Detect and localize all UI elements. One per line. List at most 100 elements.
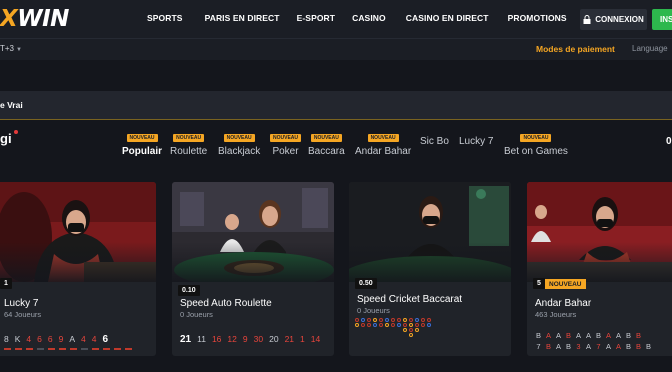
main-nav: SPORTS PARIS EN DIRECT E-SPORT CASINO CA…	[147, 13, 567, 23]
login-label: CONNEXION	[595, 15, 644, 24]
tab-andar-bahar[interactable]: NOUVEAU Andar Bahar	[355, 126, 411, 157]
nav-item-sports[interactable]: SPORTS	[147, 13, 183, 23]
game-title: Speed Cricket Baccarat	[357, 294, 463, 305]
player-count: 0 Joueurs	[180, 310, 213, 319]
result-item: B	[635, 331, 641, 340]
language-selector[interactable]: Language	[632, 44, 668, 53]
nav-item-promotions[interactable]: PROMOTIONS	[508, 13, 567, 23]
result-item: 3	[576, 342, 581, 351]
payment-methods-link[interactable]: Modes de paiement	[536, 44, 615, 54]
provider-dot-icon	[14, 130, 18, 134]
thumbnail-shade	[172, 242, 334, 282]
tab-label: Bet on Games	[504, 146, 568, 157]
brand-logo[interactable]: XWIN	[0, 6, 69, 32]
tab-bet-on-games[interactable]: NOUVEAU Bet on Games	[504, 126, 568, 157]
new-badge: NOUVEAU	[310, 134, 342, 142]
result-item: B	[545, 342, 551, 351]
result-item: A	[605, 342, 611, 351]
game-title: Speed Auto Roulette	[180, 298, 272, 309]
login-button[interactable]: CONNEXION	[580, 9, 647, 30]
tab-label: Populair	[122, 146, 163, 157]
game-card-speed-cricket-baccarat[interactable]: 0.50 Speed Cricket Baccarat 0 Joueurs	[349, 182, 511, 356]
section-header: e Vrai	[0, 91, 672, 119]
result-item: 14	[310, 334, 321, 344]
result-item: A	[69, 334, 76, 344]
tab-blackjack[interactable]: NOUVEAU Blackjack	[218, 126, 260, 157]
new-badge: NOUVEAU	[223, 134, 255, 142]
provider-logo[interactable]: gi	[0, 130, 18, 146]
tab-label: Lucky 7	[459, 136, 494, 147]
result-item: B	[565, 331, 571, 340]
tab-label: Roulette	[170, 146, 208, 157]
game-card-speed-auto-roulette[interactable]: 0.10 Speed Auto Roulette 0 Joueurs 21 11…	[172, 182, 334, 356]
game-card-lucky-7[interactable]: 1 Lucky 7 64 Joueurs 8 K 4 6 6 9 A 4 4 6	[0, 182, 156, 356]
result-item: 30	[253, 334, 264, 344]
game-thumbnail	[349, 182, 511, 282]
result-item: 16	[211, 334, 222, 344]
game-title: Andar Bahar	[535, 298, 592, 309]
result-item: 7	[536, 342, 541, 351]
lock-icon	[583, 15, 591, 24]
result-item: 8	[4, 334, 9, 344]
game-thumbnail	[0, 182, 156, 282]
chevron-down-icon: ▼	[16, 47, 22, 53]
game-card-andar-bahar[interactable]: 5 NOUVEAU Andar Bahar 463 Joueurs B A A …	[527, 182, 672, 356]
thumbnail-shade	[0, 242, 156, 282]
tab-label: Baccara	[308, 146, 345, 157]
result-item: A	[545, 331, 551, 340]
nav-item-live-betting[interactable]: PARIS EN DIRECT	[205, 13, 280, 23]
new-badge: NOUVEAU	[173, 134, 205, 142]
result-item: 21	[284, 334, 295, 344]
nav-item-live-casino[interactable]: CASINO EN DIRECT	[406, 13, 489, 23]
counter: 0	[666, 136, 672, 147]
min-bet-badge: 5	[533, 278, 545, 289]
min-bet-badge: 1	[0, 278, 12, 289]
result-item: B	[625, 342, 631, 351]
new-badge: NOUVEAU	[270, 134, 302, 142]
timezone-selector[interactable]: T+3 ▼	[0, 44, 22, 53]
result-history: B A A B A A B A A B B 7 B A B 3 A 7 A A …	[535, 331, 652, 351]
result-item: B	[645, 342, 651, 351]
result-item: 9	[242, 334, 248, 344]
section-title: e Vrai	[0, 100, 23, 110]
signup-label: INS	[660, 15, 672, 24]
tab-popular[interactable]: NOUVEAU Populair	[122, 126, 162, 157]
result-item: A	[585, 331, 591, 340]
game-grid: 1 Lucky 7 64 Joueurs 8 K 4 6 6 9 A 4 4 6	[0, 162, 672, 372]
player-count: 463 Joueurs	[535, 310, 577, 319]
result-item: B	[565, 342, 571, 351]
tab-poker[interactable]: NOUVEAU Poker	[270, 126, 302, 157]
timezone-label: T+3	[0, 44, 15, 53]
result-item: 7	[596, 342, 601, 351]
tab-roulette[interactable]: NOUVEAU Roulette	[170, 126, 207, 157]
tab-baccarat[interactable]: NOUVEAU Baccara	[308, 126, 345, 157]
result-item: A	[605, 331, 611, 340]
category-bar: gi NOUVEAU Populair NOUVEAU Roulette NOUVE…	[0, 120, 672, 162]
result-item: 6	[37, 334, 42, 344]
top-bar: XWIN SPORTS PARIS EN DIRECT E-SPORT CASI…	[0, 0, 672, 38]
result-item: K	[14, 334, 21, 344]
nav-item-esport[interactable]: E-SPORT	[297, 13, 335, 23]
result-item: B	[625, 331, 631, 340]
result-item: 12	[227, 334, 237, 344]
new-badge: NOUVEAU	[520, 134, 552, 142]
result-item: B	[535, 331, 541, 340]
new-badge: NOUVEAU	[367, 134, 399, 142]
signup-button[interactable]: INS	[652, 9, 672, 30]
spacer-band	[0, 60, 672, 91]
result-history: 21 11 16 12 9 30 20 21 1 14	[180, 334, 320, 345]
result-item: 20	[269, 334, 279, 344]
result-item: 21	[180, 334, 192, 345]
result-item: A	[575, 331, 581, 340]
result-item: A	[615, 331, 621, 340]
tab-label: Poker	[272, 146, 299, 157]
result-item: 11	[197, 334, 206, 344]
thumbnail-shade	[349, 242, 511, 282]
tab-lucky-7[interactable]: Lucky 7	[459, 126, 493, 147]
result-item: 4	[26, 334, 32, 344]
result-item: 4	[91, 334, 97, 344]
tab-sic-bo[interactable]: Sic Bo	[420, 126, 449, 147]
nav-item-casino[interactable]: CASINO	[352, 13, 386, 23]
player-count: 0 Joueurs	[357, 306, 390, 315]
min-bet-badge: 0.10	[178, 285, 200, 296]
